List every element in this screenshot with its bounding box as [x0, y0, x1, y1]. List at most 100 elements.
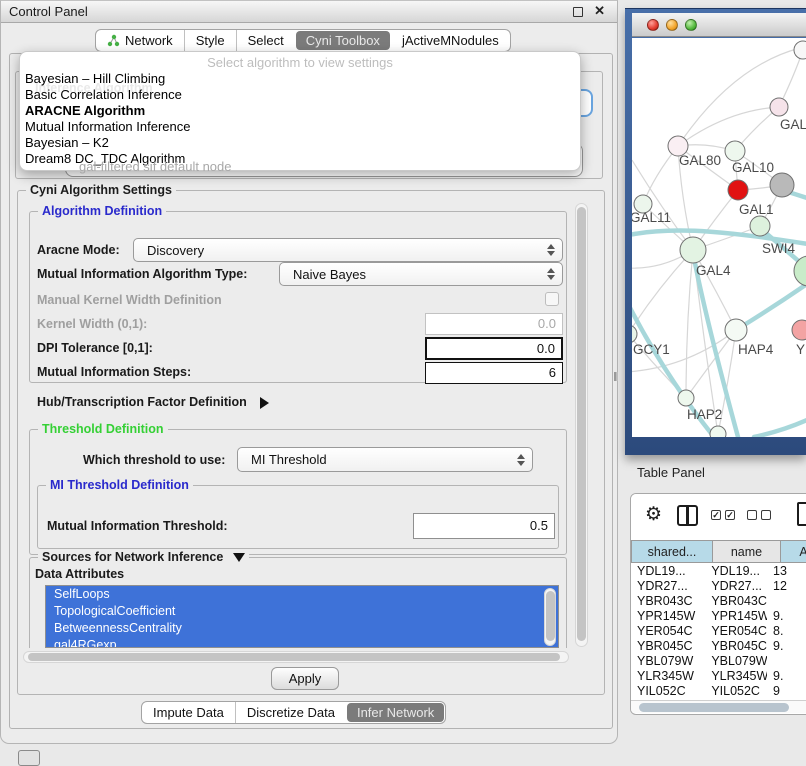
mi-steps-field[interactable]: 6 [425, 362, 563, 384]
mi-algorithm-type-combo[interactable]: Naive Bayes [279, 262, 563, 286]
network-edge[interactable] [686, 250, 693, 398]
node-label: GAL [780, 117, 806, 132]
table-row[interactable]: YER054CYER054C8. [631, 624, 806, 639]
network-node[interactable] [725, 319, 747, 341]
function-builder-icon[interactable] [797, 502, 806, 526]
hub-definition-expander[interactable]: Hub/Transcription Factor Definition [37, 395, 269, 409]
network-edge[interactable] [632, 250, 693, 334]
gear-icon[interactable]: ⚙ [645, 503, 662, 526]
manual-kernel-width-checkbox[interactable] [545, 292, 559, 306]
table-cell: YDL19... [631, 564, 705, 579]
table-cell: YBR043C [705, 594, 767, 609]
column-header[interactable]: A [781, 540, 806, 563]
tab-network[interactable]: Network [96, 30, 185, 51]
data-attributes-list[interactable]: SelfLoopsTopologicalCoefficientBetweenne… [45, 585, 559, 648]
column-header[interactable]: name [713, 540, 781, 563]
algorithm-option[interactable]: ARACNE Algorithm [20, 103, 580, 119]
minimized-panel-icon[interactable] [18, 750, 40, 766]
network-node[interactable] [680, 237, 706, 263]
tab-style[interactable]: Style [185, 30, 237, 51]
tab-infer-network[interactable]: Infer Network [347, 703, 444, 722]
dpi-tolerance-field[interactable]: 0.0 [425, 337, 563, 360]
deselect-all-icon[interactable] [747, 510, 771, 520]
network-canvas[interactable]: GALGAL80GAL10GAL1GAL11SWI4GAL4GCY1HAP4YH… [632, 38, 806, 437]
network-node[interactable] [750, 216, 770, 236]
attribute-list-scrollbar[interactable] [544, 588, 556, 646]
tab-impute-data[interactable]: Impute Data [142, 702, 236, 723]
table-row[interactable]: YBR045CYBR045C9. [631, 639, 806, 654]
table-panel: ⚙ ✓✓ shared...nameA YDL19...YDL19...13YD… [630, 493, 806, 715]
column-header[interactable]: shared... [631, 540, 713, 563]
attribute-list-item[interactable]: SelfLoops [46, 586, 558, 603]
kernel-width-label: Kernel Width (0,1): [37, 317, 147, 331]
table-cell: YBL079W [705, 654, 767, 669]
tab-select[interactable]: Select [237, 30, 295, 51]
kernel-width-field[interactable]: 0.0 [425, 313, 563, 335]
table-cell: YBR045C [705, 639, 767, 654]
table-cell: YPR145W [705, 609, 767, 624]
table-cell: YDR27... [631, 579, 705, 594]
select-all-icon[interactable]: ✓✓ [711, 510, 735, 520]
network-node[interactable] [794, 41, 806, 59]
network-node[interactable] [725, 141, 745, 161]
window-title: Control Panel [9, 1, 88, 23]
network-node[interactable] [770, 173, 794, 197]
table-row[interactable]: YBR043CYBR043C [631, 594, 806, 609]
tab-jactivemnodules[interactable]: jActiveMNodules [391, 30, 510, 51]
tab-discretize-data[interactable]: Discretize Data [236, 702, 346, 723]
attribute-list-item[interactable]: TopologicalCoefficient [46, 603, 558, 620]
column-layout-icon[interactable] [677, 505, 698, 526]
attribute-list-item[interactable]: BetweennessCentrality [46, 620, 558, 637]
network-edge-highlighted[interactable] [754, 420, 806, 437]
minimize-traffic-light-icon[interactable] [666, 19, 678, 31]
table-cell: 9. [767, 669, 806, 684]
table-row[interactable]: YPR145WYPR145W9. [631, 609, 806, 624]
aracne-mode-combo[interactable]: Discovery [133, 238, 563, 262]
node-label: HAP4 [738, 342, 774, 357]
table-horizontal-scrollbar[interactable] [631, 700, 806, 713]
stepper-icon [547, 244, 555, 256]
table-cell [767, 654, 806, 669]
network-node[interactable] [678, 390, 694, 406]
network-icon [107, 34, 120, 47]
table-cell: YBR043C [631, 594, 705, 609]
node-label: GAL80 [679, 153, 721, 168]
manual-kernel-width-label: Manual Kernel Width Definition [37, 293, 222, 307]
table-row[interactable]: YLR345WYLR345W9. [631, 669, 806, 684]
which-threshold-combo[interactable]: MI Threshold [237, 447, 533, 472]
network-node[interactable] [770, 98, 788, 116]
panel-divider-grip[interactable] [614, 372, 618, 381]
network-node[interactable] [632, 325, 637, 343]
close-icon[interactable]: ✕ [594, 3, 605, 19]
table-row[interactable]: YDR27...YDR27...12 [631, 579, 806, 594]
bottom-tab-bar: Impute Data Discretize Data Infer Networ… [141, 701, 446, 724]
table-row[interactable]: YDL19...YDL19...13 [631, 564, 806, 579]
algorithm-option[interactable]: Bayesian – K2 [20, 135, 580, 151]
control-panel-tab-bar: Network Style Select Cyni Toolbox jActiv… [95, 29, 511, 52]
network-view-window: GALGAL80GAL10GAL1GAL11SWI4GAL4GCY1HAP4YH… [625, 8, 806, 455]
settings-horizontal-scrollbar[interactable] [23, 651, 569, 663]
tab-cyni-toolbox[interactable]: Cyni Toolbox [296, 31, 390, 50]
node-label: GAL10 [732, 160, 774, 175]
mi-steps-label: Mutual Information Steps: [37, 365, 191, 379]
network-node[interactable] [710, 426, 726, 437]
table-row[interactable]: YIL052CYIL052C9 [631, 684, 806, 697]
node-label: GAL1 [739, 202, 774, 217]
node-label: GAL4 [696, 263, 731, 278]
network-node[interactable] [792, 320, 806, 340]
sources-expander[interactable]: Sources for Network Inference [38, 550, 249, 564]
network-edge[interactable] [678, 107, 779, 146]
table-cell: YER054C [631, 624, 705, 639]
table-header: shared...nameA [631, 540, 806, 563]
attribute-list-item[interactable]: gal4RGexp [46, 637, 558, 648]
close-traffic-light-icon[interactable] [647, 19, 659, 31]
apply-button[interactable]: Apply [271, 667, 339, 690]
algorithm-option[interactable]: Mutual Information Inference [20, 119, 580, 135]
float-window-icon[interactable] [573, 7, 583, 17]
network-node[interactable] [728, 180, 748, 200]
mi-threshold-field[interactable]: 0.5 [413, 513, 555, 539]
settings-vertical-scrollbar[interactable] [575, 203, 588, 647]
table-row[interactable]: YBL079WYBL079W [631, 654, 806, 669]
expand-right-icon [260, 397, 269, 409]
zoom-traffic-light-icon[interactable] [685, 19, 697, 31]
